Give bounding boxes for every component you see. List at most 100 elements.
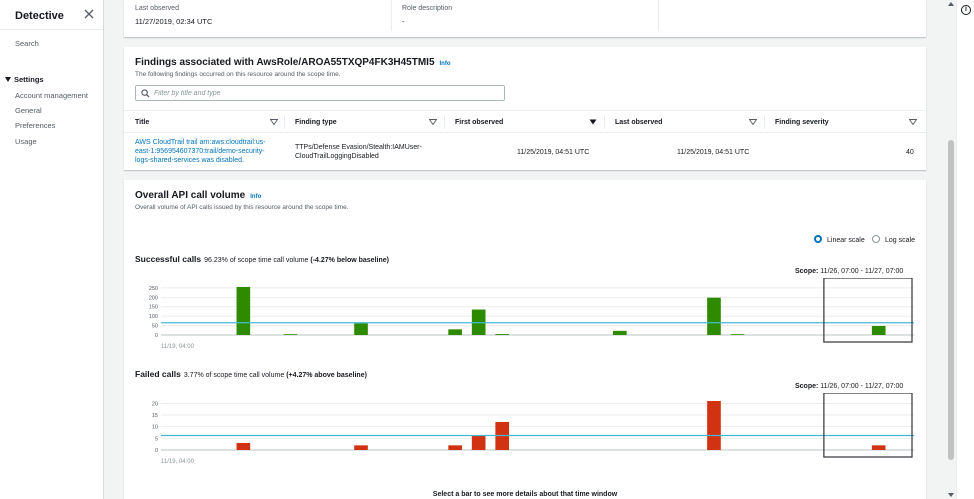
scrollbar-thumb[interactable] <box>948 140 954 460</box>
x-start-label: 11/19, 04:00 <box>161 459 195 465</box>
chart-bar[interactable] <box>354 323 368 335</box>
caret-down-icon <box>5 77 11 82</box>
finding-title-line: east-1:956954607370:trail/demo-security- <box>135 148 265 155</box>
chart-bar[interactable] <box>730 334 745 335</box>
y-tick-label: 100 <box>149 314 158 320</box>
column-header-first-observed[interactable]: First observed <box>455 111 503 134</box>
log-scale-radio[interactable]: Log scale <box>872 235 915 244</box>
scope-window <box>823 393 913 458</box>
api-title-text: Overall API call volume <box>135 190 246 201</box>
side-navigation: Detective Search Settings Account manage… <box>0 0 104 499</box>
successful-calls-scope-label: Scope: 11/26, 07:00 - 11/27, 07:00 <box>795 268 903 275</box>
last-observed-value: 11/27/2019, 02:34 UTC <box>135 17 213 26</box>
first-observed-cell: 11/25/2019, 04:51 UTC <box>517 149 590 156</box>
y-tick-label: 150 <box>149 305 158 311</box>
scroll-down-icon[interactable] <box>948 493 954 497</box>
y-tick-label: 15 <box>152 413 158 419</box>
close-icon[interactable] <box>84 9 94 19</box>
last-observed-label: Last observed <box>135 5 179 12</box>
chart-bar[interactable] <box>236 443 251 450</box>
finding-title-link[interactable]: AWS CloudTrail trail arn:aws:cloudtrail:… <box>135 138 266 165</box>
y-tick-label: 250 <box>149 286 158 292</box>
chart-bar[interactable] <box>471 436 486 450</box>
chart-bar[interactable] <box>283 334 298 335</box>
findings-filter-input[interactable] <box>154 87 494 99</box>
nav-item-usage[interactable]: Usage <box>15 137 37 146</box>
chart-subtitle-bold: (-4.27% below baseline) <box>310 257 389 264</box>
nav-item-search[interactable]: Search <box>15 39 39 48</box>
y-tick-label: 5 <box>155 436 158 442</box>
chart-subtitle-text: 96.23% of scope time call volume <box>204 257 309 264</box>
finding-type-line: CloudTrailLoggingDisabled <box>295 153 379 160</box>
failed-calls-scope-label: Scope: 11/26, 07:00 - 11/27, 07:00 <box>795 383 903 390</box>
nav-item-general[interactable]: General <box>15 106 42 115</box>
findings-info-link[interactable]: Info <box>440 61 451 67</box>
search-icon <box>141 89 150 98</box>
column-header-title[interactable]: Title <box>135 111 149 134</box>
sort-icon[interactable] <box>429 119 437 125</box>
sort-icon[interactable] <box>749 119 757 125</box>
sort-descending-icon[interactable] <box>589 119 597 125</box>
severity-cell: 40 <box>906 149 914 156</box>
divider <box>0 29 103 30</box>
failed-calls-chart: 20 15 10 5 011/19, 04:00 <box>152 393 914 465</box>
chart-title-text: Successful calls <box>135 254 202 264</box>
page-scrollbar[interactable] <box>946 0 956 499</box>
radio-label: Log scale <box>885 237 915 244</box>
y-tick-label: 0 <box>155 333 158 339</box>
nav-item-preferences[interactable]: Preferences <box>15 121 55 130</box>
api-call-volume-panel: Overall API call volume Info Overall volu… <box>124 180 926 499</box>
column-header-label: Last observed <box>615 119 663 126</box>
successful-calls-chart: 250 200 150 100 50 011/19, 04:00 <box>149 278 914 350</box>
last-observed-cell: 11/25/2019, 04:51 UTC <box>677 149 750 156</box>
scope-prefix: Scope: <box>795 383 819 390</box>
chart-bar[interactable] <box>448 329 462 335</box>
chart-footer-hint: Select a bar to see more details about t… <box>432 491 618 498</box>
column-header-label: Title <box>135 119 150 126</box>
scope-range: 11/26, 07:00 - 11/27, 07:00 <box>820 268 904 275</box>
chart-bar[interactable] <box>871 325 886 335</box>
chart-bar[interactable] <box>707 401 721 450</box>
x-start-label: 11/19, 04:00 <box>161 344 195 350</box>
nav-item-account-management[interactable]: Account management <box>15 91 88 100</box>
findings-description: The following findings occurred on this … <box>135 71 341 78</box>
chart-bar[interactable] <box>495 334 510 335</box>
y-tick-label: 50 <box>152 324 158 330</box>
findings-filter[interactable] <box>135 85 505 101</box>
api-title: Overall API call volume Info <box>135 190 261 201</box>
divider <box>444 116 445 129</box>
scope-range: 11/26, 07:00 - 11/27, 07:00 <box>820 383 904 390</box>
sort-icon[interactable] <box>270 119 278 125</box>
chart-subtitle: 96.23% of scope time call volume (-4.27%… <box>204 257 389 264</box>
failed-calls-title: Failed calls 3.77% of scope time call vol… <box>135 369 367 379</box>
chart-bar[interactable] <box>707 297 721 335</box>
scroll-up-icon[interactable] <box>948 2 954 6</box>
chart-bar[interactable] <box>354 445 368 450</box>
table-header-row: Title Finding type First observed Last o… <box>124 110 926 133</box>
info-icon[interactable]: i <box>961 5 971 15</box>
chart-bar[interactable] <box>236 286 251 335</box>
y-tick-label: 20 <box>152 401 158 407</box>
successful-calls-title: Successful calls 96.23% of scope time cal… <box>135 254 389 264</box>
findings-title-text: Findings associated with AwsRole/AROA55T… <box>135 57 435 68</box>
column-header-finding-type[interactable]: Finding type <box>295 111 337 134</box>
y-tick-label: 10 <box>152 425 158 431</box>
nav-section-settings[interactable]: Settings <box>5 75 44 84</box>
linear-scale-radio[interactable]: Linear scale <box>814 235 865 244</box>
chart-bar[interactable] <box>613 330 627 335</box>
column-header-last-observed[interactable]: Last observed <box>615 111 662 134</box>
sort-icon[interactable] <box>909 119 917 125</box>
column-header-label: Finding type <box>295 119 337 126</box>
chart-bar[interactable] <box>448 445 462 450</box>
chart-subtitle: 3.77% of scope time call volume (+4.27% … <box>184 372 367 379</box>
radio-label: Linear scale <box>827 237 865 244</box>
y-tick-label: 200 <box>149 295 158 301</box>
chart-title-text: Failed calls <box>135 369 181 379</box>
divider <box>658 0 659 31</box>
radio-selected-icon <box>814 235 822 243</box>
api-info-link[interactable]: Info <box>250 194 261 200</box>
finding-title-line: logs-shared-services was disabled. <box>135 157 244 164</box>
finding-type-cell: TTPs/Defense Evasion/Stealth:IAMUser- Cl… <box>295 143 422 161</box>
column-header-finding-severity[interactable]: Finding severity <box>775 111 829 134</box>
chart-bar[interactable] <box>871 445 886 450</box>
